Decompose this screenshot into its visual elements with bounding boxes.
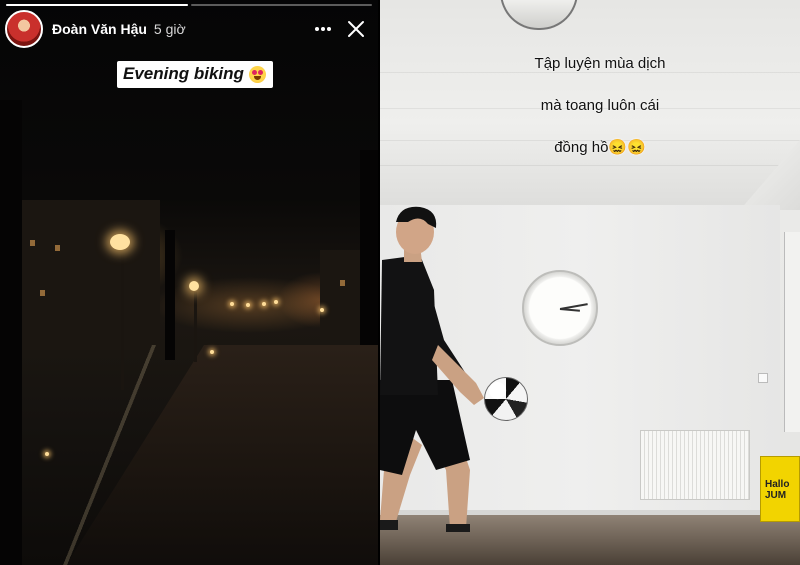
distant-light bbox=[246, 303, 250, 307]
street-building bbox=[10, 200, 160, 350]
distant-light bbox=[320, 308, 324, 312]
avatar[interactable] bbox=[5, 10, 43, 48]
story-progress-segment bbox=[6, 4, 188, 6]
distant-light bbox=[210, 350, 214, 354]
street-lamp-pole bbox=[121, 250, 124, 390]
story-username[interactable]: Đoàn Văn Hậu bbox=[52, 21, 147, 37]
distant-light bbox=[230, 302, 234, 306]
story-progress-bar bbox=[6, 4, 372, 6]
story-timestamp: 5 giờ bbox=[153, 21, 186, 37]
distant-light bbox=[274, 300, 278, 304]
close-button[interactable] bbox=[342, 15, 370, 43]
building-window bbox=[340, 280, 345, 286]
street-lamp-pole bbox=[194, 292, 197, 362]
caption-line: đồng hồ😖😖 bbox=[554, 139, 646, 156]
heart-eyes-emoji-icon bbox=[248, 65, 266, 83]
soccer-ball bbox=[484, 377, 528, 421]
street-lamp bbox=[189, 281, 199, 291]
caption-line: mà toang luôn cái bbox=[540, 97, 660, 114]
more-options-button[interactable] bbox=[310, 16, 336, 42]
distant-light bbox=[45, 452, 49, 456]
street-lamp bbox=[110, 234, 130, 250]
right-story-panel[interactable]: Hallo JUM Tập luyện mùa dịch mà toang lu… bbox=[380, 0, 800, 565]
close-icon bbox=[348, 21, 364, 37]
more-horizontal-icon bbox=[315, 27, 331, 31]
left-story-panel[interactable]: Đoàn Văn Hậu 5 giờ Evening biking bbox=[0, 0, 378, 565]
story-progress-segment bbox=[190, 4, 372, 6]
distant-light bbox=[262, 302, 266, 306]
building-window bbox=[30, 240, 35, 246]
building-window bbox=[55, 245, 60, 251]
tree-trunk bbox=[165, 230, 175, 360]
sticker-text: Evening biking bbox=[123, 64, 244, 83]
building-window bbox=[40, 290, 45, 296]
story-text-sticker: Evening biking bbox=[117, 61, 273, 88]
story-caption: Tập luyện mùa dịch mà toang luôn cái đồn… bbox=[480, 32, 720, 179]
story-header: Đoàn Văn Hậu 5 giờ bbox=[5, 10, 370, 48]
story-progress-fill bbox=[6, 4, 188, 6]
caption-line: Tập luyện mùa dịch bbox=[534, 55, 666, 72]
